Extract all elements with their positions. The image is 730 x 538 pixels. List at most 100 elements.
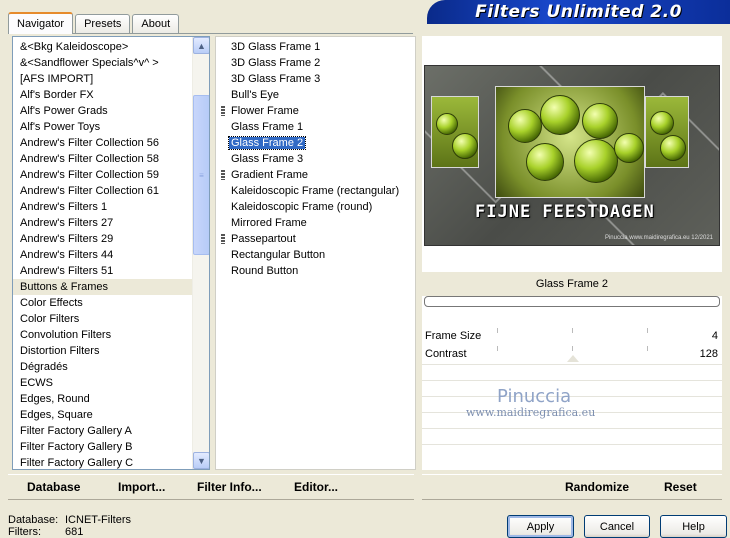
filter-item[interactable]: Kaleidoscopic Frame (round) <box>216 199 415 215</box>
preview-thumbnail-left <box>431 96 479 168</box>
button-label: Cancel <box>599 520 635 533</box>
slider-frame-size[interactable]: Frame Size 4 <box>422 328 722 344</box>
status-database: Database: ICNET-Filters <box>8 514 131 526</box>
filter-item[interactable]: Bull's Eye <box>216 87 415 103</box>
list-item[interactable]: Filter Factory Gallery C <box>13 455 193 469</box>
list-item[interactable]: Color Filters <box>13 311 193 327</box>
filter-item[interactable]: Flower Frame <box>216 103 415 119</box>
selected-filter-name: Glass Frame 2 <box>422 272 722 296</box>
list-item[interactable]: Andrew's Filter Collection 59 <box>13 167 193 183</box>
database-button[interactable]: Database <box>27 480 80 494</box>
scroll-down-button[interactable]: ▼ <box>193 452 209 469</box>
list-item[interactable]: Edges, Round <box>13 391 193 407</box>
preview-credit: Pinuccia www.maidiregrafica.eu 12/2021 <box>604 235 713 241</box>
watermark-site: www.maidiregrafica.eu <box>466 406 596 419</box>
list-item[interactable]: Andrew's Filters 29 <box>13 231 193 247</box>
status-filters: Filters: 681 <box>8 526 83 538</box>
list-item[interactable]: Alf's Border FX <box>13 87 193 103</box>
list-item[interactable]: Dégradés <box>13 359 193 375</box>
slider-label: Frame Size <box>425 330 482 342</box>
list-item[interactable]: Andrew's Filter Collection 61 <box>13 183 193 199</box>
parameter-panel: Glass Frame 2 Frame Size 4 Contrast 128 … <box>422 272 722 470</box>
list-item[interactable]: Color Effects <box>13 295 193 311</box>
list-item[interactable]: Alf's Power Toys <box>13 119 193 135</box>
slider-value: 4 <box>711 330 718 342</box>
list-item[interactable]: Buttons & Frames <box>13 279 193 295</box>
help-button[interactable]: Help <box>660 515 727 538</box>
button-label: Help <box>682 520 705 533</box>
list-item[interactable]: Andrew's Filter Collection 58 <box>13 151 193 167</box>
list-item[interactable]: Convolution Filters <box>13 327 193 343</box>
filter-item-label: Glass Frame 3 <box>231 153 304 165</box>
list-item[interactable]: &<Bkg Kaleidoscope> <box>13 39 193 55</box>
list-item[interactable]: Filter Factory Gallery B <box>13 439 193 455</box>
filter-item[interactable]: Passepartout <box>216 231 415 247</box>
tab-label: Navigator <box>17 18 65 30</box>
parameter-header-bar <box>424 296 720 307</box>
editor-button[interactable]: Editor... <box>294 480 338 494</box>
filter-item[interactable]: 3D Glass Frame 1 <box>216 39 415 55</box>
filter-info-button[interactable]: Filter Info... <box>197 480 262 494</box>
filter-item[interactable]: Glass Frame 1 <box>216 119 415 135</box>
filter-item[interactable]: Rectangular Button <box>216 247 415 263</box>
filter-item[interactable]: Round Button <box>216 263 415 279</box>
arrow-up-icon: ▲ <box>197 40 206 51</box>
filter-list[interactable]: 3D Glass Frame 1 3D Glass Frame 2 3D Glass… <box>215 36 416 470</box>
list-item[interactable]: ECWS <box>13 375 193 391</box>
filter-item[interactable]: Glass Frame 3 <box>216 151 415 167</box>
app-title: Filters Unlimited 2.0 <box>475 2 682 22</box>
group-marker-icon <box>221 234 225 244</box>
tab-label: Presets <box>84 18 122 30</box>
tab-about[interactable]: About <box>132 14 180 33</box>
filter-item-label: Kaleidoscopic Frame (round) <box>231 201 373 213</box>
slider-empty <box>422 364 722 380</box>
category-list[interactable]: &<Bkg Kaleidoscope> &<Sandflower Specials… <box>12 36 210 470</box>
list-item[interactable]: Andrew's Filter Collection 56 <box>13 135 193 151</box>
list-item[interactable]: &<Sandflower Specials^v^ > <box>13 55 193 71</box>
list-item[interactable]: Alf's Power Grads <box>13 103 193 119</box>
filter-item[interactable]: Gradient Frame <box>216 167 415 183</box>
filter-item[interactable]: Mirrored Frame <box>216 215 415 231</box>
list-item[interactable]: [AFS IMPORT] <box>13 71 193 87</box>
cancel-button[interactable]: Cancel <box>584 515 650 538</box>
randomize-button[interactable]: Randomize <box>565 480 629 494</box>
tab-navigator[interactable]: Navigator <box>8 12 74 34</box>
tab-strip: Navigator Presets About <box>8 12 181 34</box>
list-item[interactable]: Distortion Filters <box>13 343 193 359</box>
watermark-name: Pinuccia <box>497 386 572 407</box>
filter-item[interactable]: 3D Glass Frame 3 <box>216 71 415 87</box>
reset-button[interactable]: Reset <box>664 480 697 494</box>
list-item[interactable]: Andrew's Filters 51 <box>13 263 193 279</box>
slider-thumb[interactable] <box>566 355 579 362</box>
scroll-up-button[interactable]: ▲ <box>193 37 209 54</box>
preview-thumbnail-center <box>495 86 645 198</box>
filter-item-label: Flower Frame <box>231 105 299 117</box>
preview-image: FIJNE FEESTDAGEN Pinuccia www.maidiregra… <box>424 65 720 246</box>
preview-thumbnail-right <box>645 96 689 168</box>
list-item[interactable]: Andrew's Filters 44 <box>13 247 193 263</box>
filter-item[interactable]: 3D Glass Frame 2 <box>216 55 415 71</box>
filter-item-label: 3D Glass Frame 3 <box>231 73 321 85</box>
list-item[interactable]: Andrew's Filters 1 <box>13 199 193 215</box>
list-item[interactable]: Andrew's Filters 27 <box>13 215 193 231</box>
group-marker-icon <box>221 106 225 116</box>
filter-item[interactable]: Glass Frame 2 <box>216 135 415 151</box>
status-value: ICNET-Filters <box>65 514 131 526</box>
slider-value: 128 <box>699 348 718 360</box>
scroll-thumb[interactable]: ≡ <box>193 95 209 255</box>
app-banner: Filters Unlimited 2.0 <box>427 0 730 24</box>
tab-presets[interactable]: Presets <box>75 14 131 33</box>
slider-empty <box>422 380 722 396</box>
list-item[interactable]: Edges, Square <box>13 407 193 423</box>
filter-item-label: Glass Frame 1 <box>231 121 304 133</box>
category-scrollbar[interactable]: ▲ ≡ ▼ <box>192 37 209 469</box>
slider-contrast[interactable]: Contrast 128 <box>422 346 722 362</box>
filter-item[interactable]: Kaleidoscopic Frame (rectangular) <box>216 183 415 199</box>
filter-item-label: Bull's Eye <box>231 89 279 101</box>
button-label: Apply <box>526 520 555 533</box>
tab-label: About <box>141 18 171 30</box>
list-item[interactable]: Filter Factory Gallery A <box>13 423 193 439</box>
apply-button[interactable]: Apply <box>507 515 574 538</box>
import-button[interactable]: Import... <box>118 480 165 494</box>
status-label: Database: <box>8 514 59 526</box>
